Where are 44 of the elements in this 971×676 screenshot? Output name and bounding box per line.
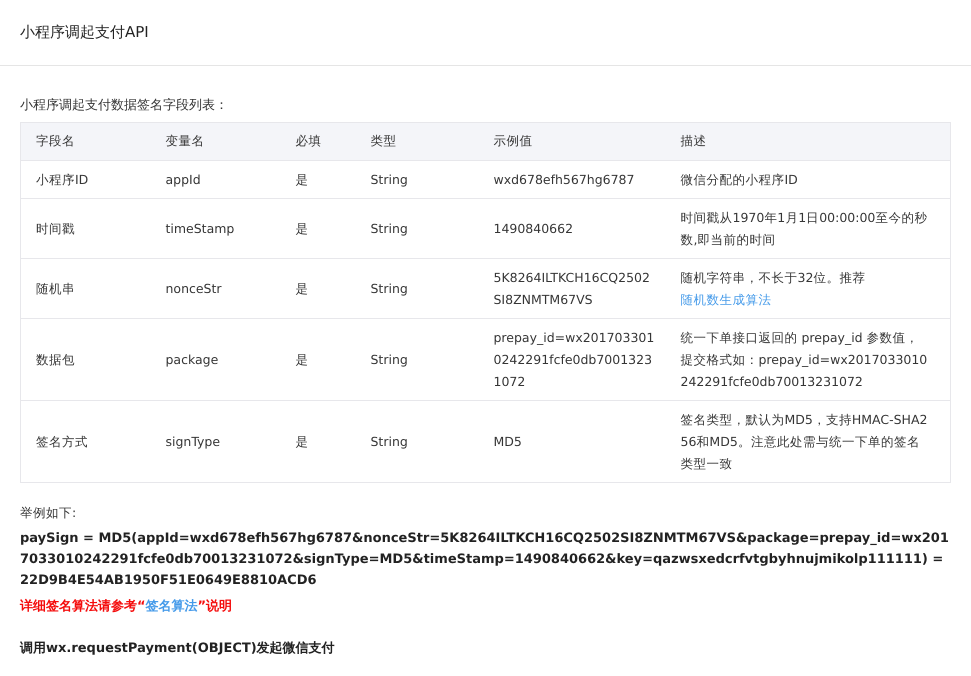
table-cell: 微信分配的小程序ID [680, 172, 798, 186]
table-cell: String [356, 160, 478, 198]
table-cell: package [150, 318, 280, 400]
table-cell: 时间戳 [20, 198, 150, 258]
table-cell: 是 [280, 198, 356, 258]
table-cell: 小程序ID [20, 160, 150, 198]
table-cell: 签名类型，默认为MD5，支持HMAC-SHA256和MD5。注意此处需与统一下单的签名类型一致 [680, 412, 928, 470]
column-header: 字段名 [20, 122, 150, 160]
table-cell: appId [150, 160, 280, 198]
table-cell: 5K8264ILTKCH16CQ2502SI8ZNMTM67VS [478, 258, 666, 318]
table-cell: 签名方式 [20, 400, 150, 482]
pay-sign-formula: paySign = MD5(appId=wxd678efh567hg6787&nonceStr=5K8264ILTKCH16CQ2502SI8ZNMTM67VS&package=prepay_id=wx2017033010242291fcfe0db70013231072&signType=MD5&timeStamp=1490840662&key=qazwsxedcrfvtgbyhnujmikolp111111) = 22D9B4E54AB1950F51E0649E8810ACD6 [20, 530, 950, 590]
table-cell: 是 [280, 160, 356, 198]
link[interactable]: 随机数生成算法 [680, 292, 772, 306]
table-cell: String [356, 318, 478, 400]
table-cell: 随机字符串，不长于32位。推荐 随机数生成算法 [680, 270, 866, 306]
table-cell: 随机串 [20, 258, 150, 318]
column-header: 描述 [666, 122, 950, 160]
table-cell: 时间戳从1970年1月1日00:00:00至今的秒数,即当前的时间 [680, 210, 928, 246]
table-cell: 1490840662 [478, 198, 666, 258]
table-cell: String [356, 400, 478, 482]
table-cell: nonceStr [150, 258, 280, 318]
column-header: 类型 [356, 122, 478, 160]
note-text: 详细签名算法请参考“签名算法”说明 [20, 598, 234, 615]
table-cell: String [356, 198, 478, 258]
column-header: 必填 [280, 122, 356, 160]
table-cell: wxd678efh567hg6787 [478, 160, 666, 198]
table-cell: 数据包 [20, 318, 150, 400]
table-cell: 是 [280, 400, 356, 482]
table-cell: signType [150, 400, 280, 482]
table-cell: prepay_id=wx2017033010242291fcfe0db70013231072 [478, 318, 666, 400]
section-heading: 调用wx.requestPayment(OBJECT)发起微信支付 [20, 640, 336, 657]
table-cell: 统一下单接口返回的 prepay_id 参数值，提交格式如：prepay_id=wx2017033010242291fcfe0db70013231072 [680, 330, 928, 388]
column-header: 示例值 [478, 122, 666, 160]
table-caption: 小程序调起支付数据签名字段列表： [20, 97, 229, 114]
page-title: 小程序调起支付API [20, 23, 149, 42]
link[interactable]: 签名算法 [146, 599, 198, 614]
example-label: 举例如下: [20, 505, 78, 522]
table-cell: String [356, 258, 478, 318]
table-cell: timeStamp [150, 198, 280, 258]
column-header: 变量名 [150, 122, 280, 160]
table-cell: 是 [280, 258, 356, 318]
table-cell: 是 [280, 318, 356, 400]
table-cell: MD5 [478, 400, 666, 482]
